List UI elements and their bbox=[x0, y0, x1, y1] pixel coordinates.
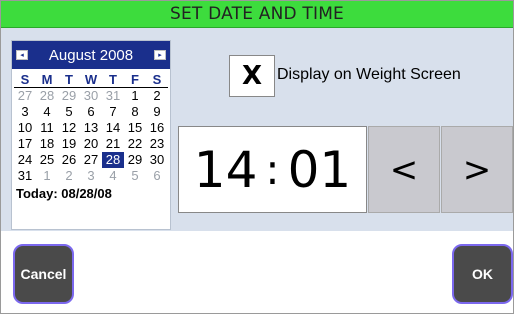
calendar-day[interactable]: 29 bbox=[58, 88, 80, 104]
calendar-day[interactable]: 17 bbox=[14, 136, 36, 152]
calendar-day[interactable]: 25 bbox=[36, 152, 58, 168]
calendar-month-label: August 2008 bbox=[48, 46, 134, 64]
next-month-button[interactable]: ▸ bbox=[154, 50, 166, 60]
display-on-weight-label: Display on Weight Screen bbox=[277, 66, 461, 83]
calendar-week-row: 17 18 19 20 21 22 23 bbox=[14, 136, 168, 152]
calendar-week-row: 10 11 12 13 14 15 16 bbox=[14, 120, 168, 136]
weekday-label: S bbox=[152, 71, 162, 87]
calendar-day[interactable]: 30 bbox=[146, 152, 168, 168]
display-on-weight-checkbox[interactable]: X bbox=[229, 55, 275, 97]
calendar-day[interactable]: 31 bbox=[14, 168, 36, 184]
calendar-weekday-row: S M T W T F S bbox=[14, 72, 168, 88]
calendar-day[interactable]: 1 bbox=[124, 88, 146, 104]
calendar-day[interactable]: 2 bbox=[146, 88, 168, 104]
calendar-day[interactable]: 3 bbox=[80, 168, 102, 184]
calendar-day[interactable]: 24 bbox=[14, 152, 36, 168]
page-title: SET DATE AND TIME bbox=[170, 4, 344, 24]
calendar-day[interactable]: 27 bbox=[80, 152, 102, 168]
calendar-day[interactable]: 1 bbox=[36, 168, 58, 184]
calendar-header: ◂ August 2008 ▸ bbox=[12, 41, 170, 69]
weekday-label: S bbox=[20, 71, 30, 87]
calendar-day[interactable]: 5 bbox=[124, 168, 146, 184]
time-hours: 14 bbox=[193, 140, 258, 199]
calendar-day[interactable]: 12 bbox=[58, 120, 80, 136]
set-date-time-screen: SET DATE AND TIME ◂ August 2008 ▸ S M T … bbox=[0, 0, 514, 314]
weekday-label: T bbox=[65, 71, 73, 87]
calendar-day[interactable]: 10 bbox=[14, 120, 36, 136]
weekday-label: T bbox=[109, 71, 117, 87]
calendar-week-row: 24 25 26 27 28 29 30 bbox=[14, 152, 168, 168]
weekday-label: F bbox=[131, 71, 139, 87]
calendar-day[interactable]: 8 bbox=[124, 104, 146, 120]
calendar-day[interactable]: 28 bbox=[36, 88, 58, 104]
increment-button[interactable]: > bbox=[441, 126, 513, 213]
calendar-day[interactable]: 4 bbox=[36, 104, 58, 120]
calendar-week-row: 3456789 bbox=[14, 104, 168, 120]
time-minutes: 01 bbox=[287, 140, 352, 199]
weekday-label: M bbox=[41, 71, 53, 87]
calendar-day[interactable]: 14 bbox=[102, 120, 124, 136]
footer-bar bbox=[1, 232, 513, 313]
time-display[interactable]: 14 : 01 bbox=[178, 126, 367, 213]
decrement-button[interactable]: < bbox=[368, 126, 440, 213]
calendar-week-row: 31 1 2 3 4 5 6 bbox=[14, 168, 168, 184]
calendar-day[interactable]: 3 bbox=[14, 104, 36, 120]
calendar-day[interactable]: 6 bbox=[80, 104, 102, 120]
calendar-day[interactable]: 4 bbox=[102, 168, 124, 184]
calendar-day[interactable]: 27 bbox=[14, 88, 36, 104]
calendar-day[interactable]: 26 bbox=[58, 152, 80, 168]
calendar-day[interactable]: 20 bbox=[80, 136, 102, 152]
calendar-day[interactable]: 11 bbox=[36, 120, 58, 136]
calendar-day[interactable]: 7 bbox=[102, 104, 124, 120]
calendar-day[interactable]: 18 bbox=[36, 136, 58, 152]
calendar-day[interactable]: 23 bbox=[146, 136, 168, 152]
calendar-weeks: 27 28 29 30 31 1 2 3 4 5 6 7 8 9 10 11 12 13 14 15 16 17 18 19 2… bbox=[14, 88, 168, 184]
today-label[interactable]: Today: 08/28/08 bbox=[12, 184, 170, 203]
calendar-day[interactable]: 5 bbox=[58, 104, 80, 120]
calendar-day[interactable]: 19 bbox=[58, 136, 80, 152]
calendar: ◂ August 2008 ▸ S M T W T F S 27 28 29 30 31… bbox=[11, 40, 171, 230]
calendar-day[interactable]: 9 bbox=[146, 104, 168, 120]
time-separator: : bbox=[265, 145, 280, 194]
calendar-day[interactable]: 6 bbox=[146, 168, 168, 184]
calendar-day[interactable]: 28 bbox=[102, 152, 124, 168]
calendar-day[interactable]: 16 bbox=[146, 120, 168, 136]
calendar-day[interactable]: 29 bbox=[124, 152, 146, 168]
calendar-day[interactable]: 15 bbox=[124, 120, 146, 136]
calendar-day[interactable]: 21 bbox=[102, 136, 124, 152]
title-bar: SET DATE AND TIME bbox=[1, 1, 513, 28]
calendar-week-row: 27 28 29 30 31 1 2 bbox=[14, 88, 168, 104]
prev-month-button[interactable]: ◂ bbox=[16, 50, 28, 60]
weekday-label: W bbox=[84, 71, 98, 87]
calendar-day[interactable]: 2 bbox=[58, 168, 80, 184]
calendar-day[interactable]: 22 bbox=[124, 136, 146, 152]
calendar-day[interactable]: 13 bbox=[80, 120, 102, 136]
ok-button[interactable]: OK bbox=[452, 244, 513, 304]
cancel-button[interactable]: Cancel bbox=[13, 244, 74, 304]
calendar-day[interactable]: 30 bbox=[80, 88, 102, 104]
calendar-grid: S M T W T F S 27 28 29 30 31 1 2 3 4 5 6 7 8 9 10 11 12 1… bbox=[12, 69, 170, 184]
calendar-day[interactable]: 31 bbox=[102, 88, 124, 104]
